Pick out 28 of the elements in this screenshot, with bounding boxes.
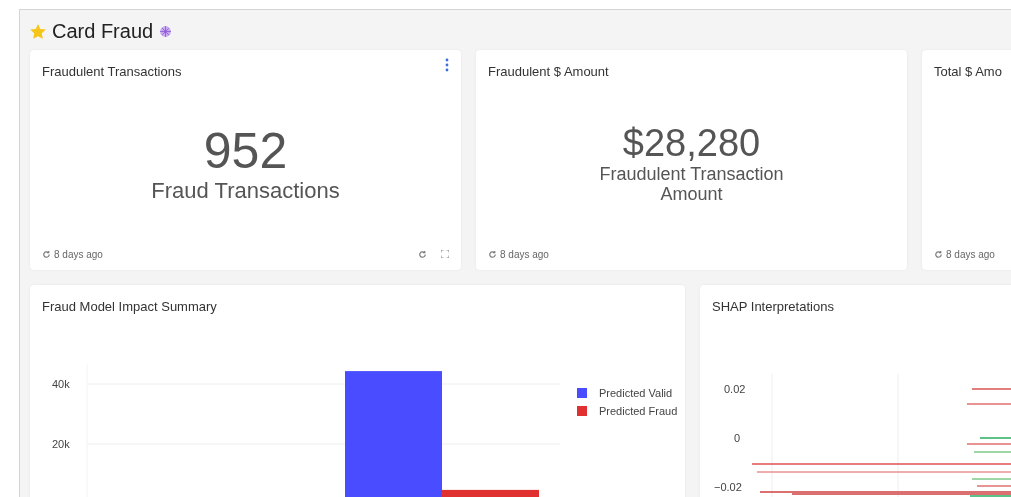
kpi-value: $28,280 <box>622 123 761 166</box>
star-icon[interactable] <box>30 23 46 39</box>
updated-time: 8 days ago <box>54 249 103 260</box>
refresh-button[interactable] <box>418 250 427 259</box>
dashboard-title: Card Fraud <box>52 19 154 43</box>
card-title: Fraudulent Transactions <box>42 64 183 79</box>
card-title: Total $ Amo <box>934 64 1003 79</box>
badge-icon <box>159 24 173 38</box>
legend-label: Predicted Fraud <box>599 405 678 417</box>
axis-tick-label: 0 <box>734 432 741 444</box>
more-menu-button[interactable] <box>443 56 451 74</box>
card-title: SHAP Interpretations <box>712 299 835 314</box>
refresh-icon <box>488 250 497 259</box>
updated-time: 8 days ago <box>946 249 995 260</box>
axis-tick-label: −0.02 <box>714 481 742 493</box>
kpi-value: 952 <box>203 124 288 180</box>
kpi-caption: Fraudulent Transaction Amount <box>598 165 785 205</box>
refresh-icon <box>934 250 943 259</box>
card-title: Fraudulent $ Amount <box>488 64 610 79</box>
axis-tick-label: 0.02 <box>724 383 746 395</box>
refresh-icon <box>42 250 51 259</box>
kpi-caption: Fraud Transactions <box>151 179 340 204</box>
axis-tick-label: 40k <box>52 378 70 390</box>
updated-time: 8 days ago <box>500 249 549 260</box>
axis-tick-label: 20k <box>52 438 70 450</box>
expand-button[interactable] <box>441 250 449 259</box>
legend-label: Predicted Valid <box>599 387 673 399</box>
card-title: Fraud Model Impact Summary <box>42 299 218 314</box>
